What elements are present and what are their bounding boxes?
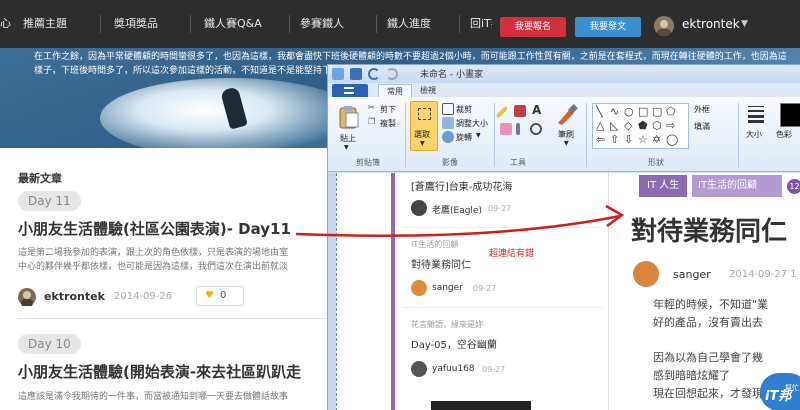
annotation-arrow — [295, 204, 625, 237]
